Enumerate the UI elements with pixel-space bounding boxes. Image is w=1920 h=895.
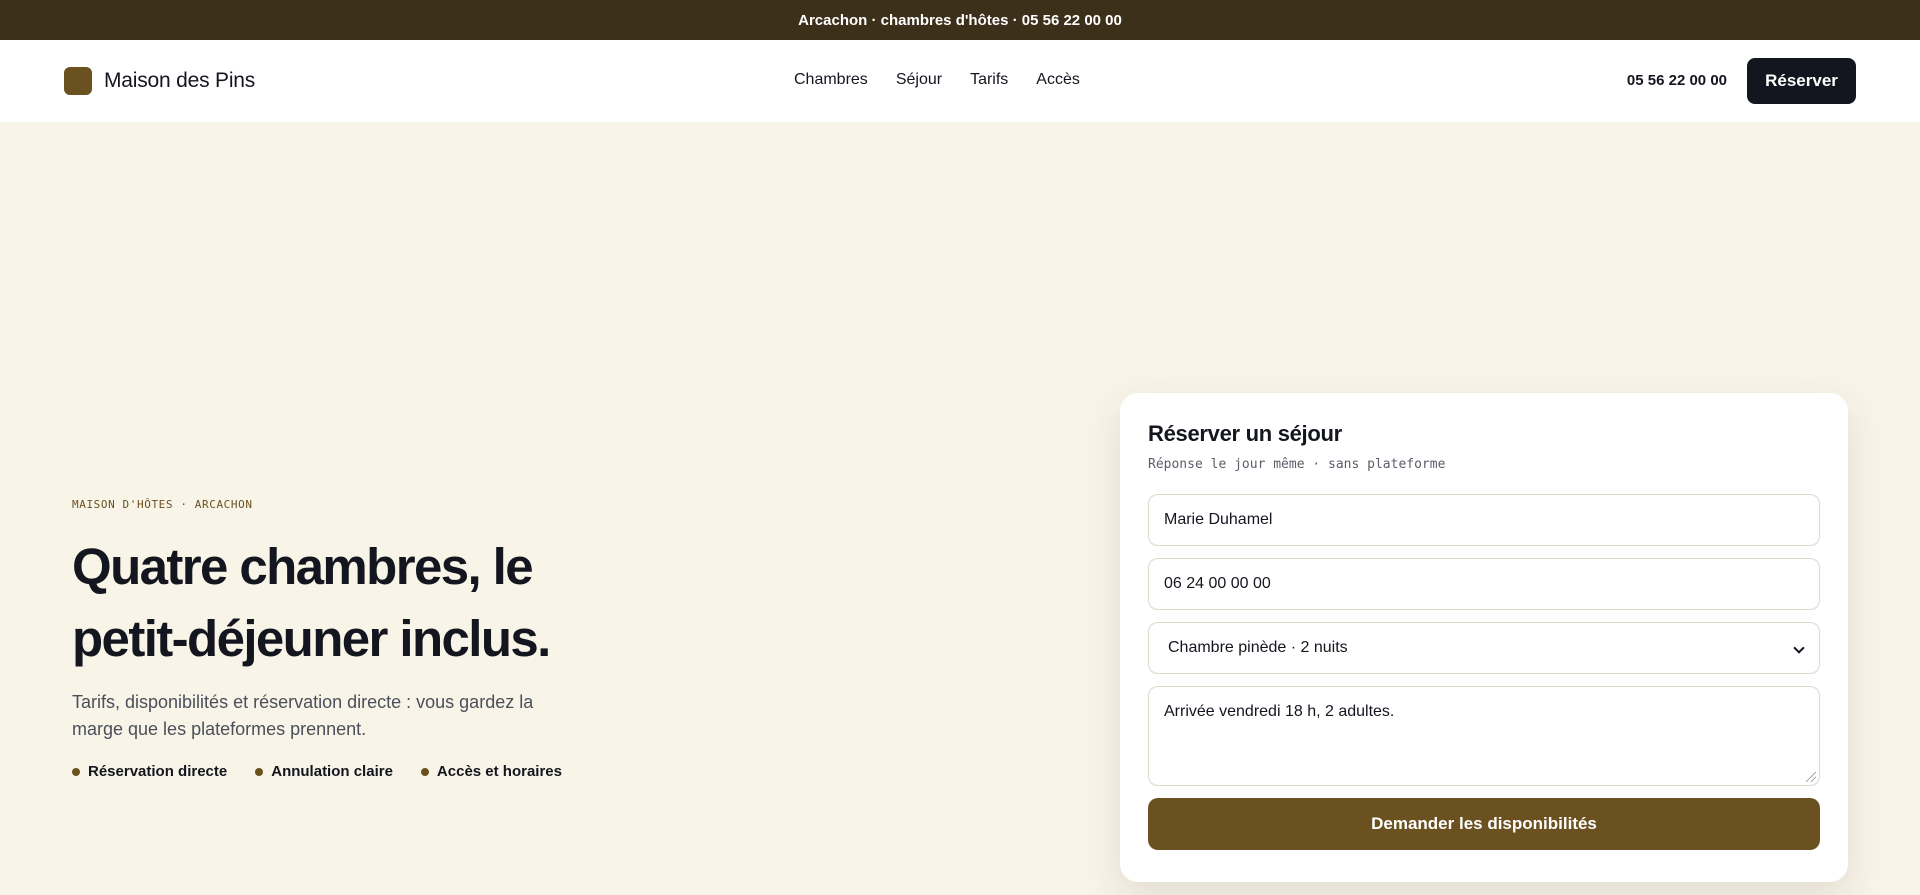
brand-name: Maison des Pins bbox=[104, 69, 256, 92]
message-text: Arrivée vendredi 18 h, 2 adultes. bbox=[1164, 703, 1395, 720]
feature-label: Réservation directe bbox=[88, 763, 228, 780]
brand-logo-icon bbox=[64, 67, 92, 95]
feature-list: Réservation directe Annulation claire Ac… bbox=[72, 763, 632, 780]
booking-form-title: Réserver un séjour bbox=[1148, 421, 1342, 446]
chevron-down-icon bbox=[1793, 642, 1805, 654]
booking-form-subtitle: Réponse le jour même · sans plateforme bbox=[1148, 457, 1446, 472]
nav-link-chambres[interactable]: Chambres bbox=[794, 71, 868, 89]
nav-link-sejour[interactable]: Séjour bbox=[896, 71, 942, 89]
room-select-value: Chambre pinède · 2 nuits bbox=[1168, 639, 1348, 656]
feature-label: Annulation claire bbox=[271, 763, 393, 780]
feature-item: Réservation directe bbox=[72, 763, 227, 780]
room-select[interactable]: Chambre pinède · 2 nuits bbox=[1148, 622, 1820, 674]
feature-item: Accès et horaires bbox=[420, 763, 562, 780]
hero-eyebrow: MAISON D'HÔTES · ARCACHON bbox=[72, 498, 253, 511]
header-phone-link[interactable]: 05 56 22 00 00 bbox=[1627, 72, 1727, 89]
announcement-text: Arcachon · chambres d'hôtes · 05 56 22 0… bbox=[798, 11, 1122, 29]
hero-subtitle: Tarifs, disponibilités et réservation di… bbox=[72, 692, 534, 739]
reserve-button[interactable]: Réserver bbox=[1747, 58, 1856, 104]
submit-availability-button[interactable]: Demander les disponibilités bbox=[1148, 798, 1820, 850]
bullet-dot-icon bbox=[72, 767, 80, 776]
resize-handle-icon[interactable] bbox=[1806, 772, 1816, 782]
booking-form-card: Réserver un séjour Réponse le jour même … bbox=[1120, 393, 1848, 882]
bullet-dot-icon bbox=[255, 767, 264, 776]
message-textarea[interactable]: Arrivée vendredi 18 h, 2 adultes. bbox=[1148, 686, 1820, 786]
nav-link-tarifs[interactable]: Tarifs bbox=[970, 71, 1008, 89]
main-nav: Chambres Séjour Tarifs Accès bbox=[794, 71, 1080, 89]
nav-link-acces[interactable]: Accès bbox=[1036, 71, 1080, 89]
feature-label: Accès et horaires bbox=[436, 763, 562, 780]
feature-item: Annulation claire bbox=[255, 763, 393, 780]
brand-link[interactable]: Maison des Pins bbox=[64, 67, 255, 95]
top-announcement-bar: Arcachon · chambres d'hôtes · 05 56 22 0… bbox=[0, 0, 1920, 40]
site-header: Maison des Pins Chambres Séjour Tarifs A… bbox=[0, 40, 1920, 122]
phone-input[interactable] bbox=[1148, 558, 1820, 610]
bullet-dot-icon bbox=[420, 767, 429, 776]
name-input[interactable] bbox=[1148, 494, 1820, 546]
hero-section: MAISON D'HÔTES · ARCACHON Quatre chambre… bbox=[72, 498, 632, 780]
hero-title: Quatre chambres, le petit-déjeuner inclu… bbox=[72, 538, 551, 667]
